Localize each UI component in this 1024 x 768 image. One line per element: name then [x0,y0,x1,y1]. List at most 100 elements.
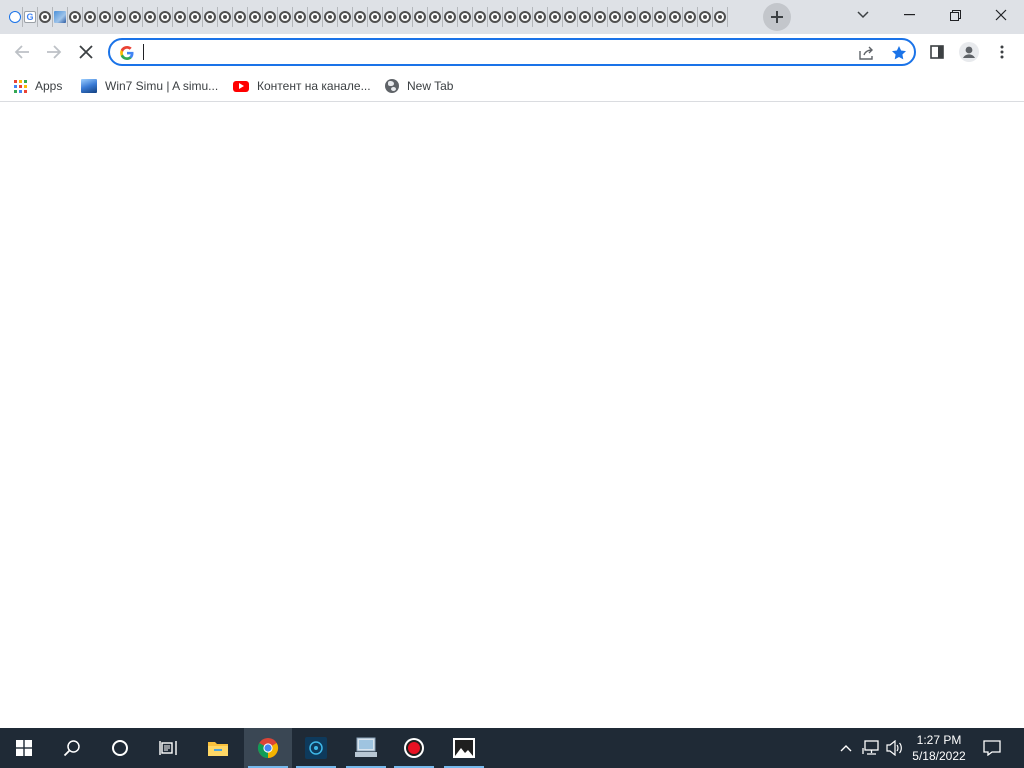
taskbar-clock[interactable]: 1:27 PM 5/18/2022 [905,732,973,764]
bookmark-apps[interactable]: Apps [14,75,62,97]
task-view-button[interactable] [144,728,192,768]
browser-tab[interactable] [8,7,23,27]
browser-tab[interactable] [278,7,293,27]
cortana-button[interactable] [96,728,144,768]
browser-tab[interactable] [53,7,68,27]
chrome-icon [399,11,411,23]
photos-taskbar-button[interactable] [440,728,488,768]
bookmark-star-button[interactable] [888,42,910,64]
taskbar: 1:27 PM 5/18/2022 [0,728,1024,768]
browser-tab[interactable]: G [23,7,38,27]
browser-tab[interactable] [593,7,608,27]
browser-tab[interactable] [113,7,128,27]
stop-loading-button[interactable] [71,37,101,67]
app-icon [305,737,327,759]
browser-tab[interactable] [83,7,98,27]
browser-tab[interactable] [293,7,308,27]
youtube-icon [233,80,249,92]
chrome-icon [129,11,141,23]
browser-tab[interactable] [533,7,548,27]
browser-tab[interactable] [203,7,218,27]
browser-tab[interactable] [353,7,368,27]
photos-icon [453,738,475,758]
browser-tab[interactable] [173,7,188,27]
browser-tab[interactable] [143,7,158,27]
browser-tab[interactable] [503,7,518,27]
network-app-taskbar-button[interactable] [342,728,390,768]
browser-tab[interactable] [338,7,353,27]
kebab-menu-icon [1000,45,1004,59]
browser-tab[interactable] [263,7,278,27]
chrome-taskbar-button[interactable] [244,728,292,768]
side-panel-button[interactable] [922,37,952,67]
browser-tab[interactable] [413,7,428,27]
browser-tab[interactable] [308,7,323,27]
chrome-icon [354,11,366,23]
bookmark-label: Win7 Simu | A simu... [105,79,219,93]
bookmark-new-tab[interactable]: New Tab [385,75,453,97]
chrome-icon [654,11,666,23]
browser-tab[interactable] [713,7,728,27]
back-button[interactable] [7,37,37,67]
browser-tab[interactable] [68,7,83,27]
browser-tab[interactable] [653,7,668,27]
browser-tab[interactable] [578,7,593,27]
recorder-taskbar-button[interactable] [390,728,438,768]
profile-button[interactable] [954,37,984,67]
browser-tab[interactable] [398,7,413,27]
browser-tab[interactable] [218,7,233,27]
chevron-down-icon [857,11,869,19]
browser-tab[interactable] [98,7,113,27]
bookmark-win7-simu[interactable]: Win7 Simu | A simu... [81,75,218,97]
browser-tab[interactable] [683,7,698,27]
close-window-button[interactable] [978,0,1024,30]
speaker-icon [886,740,902,756]
browser-tab[interactable] [548,7,563,27]
browser-tab[interactable] [368,7,383,27]
app-taskbar-button[interactable] [292,728,340,768]
address-bar[interactable] [108,38,916,66]
address-input[interactable] [142,42,842,62]
browser-tab[interactable] [443,7,458,27]
browser-tab[interactable] [158,7,173,27]
chrome-icon [474,11,486,23]
browser-tab[interactable] [473,7,488,27]
new-tab-button[interactable] [763,3,791,31]
browser-tab[interactable] [608,7,623,27]
search-button[interactable] [48,728,96,768]
browser-tab[interactable] [383,7,398,27]
browser-tab[interactable] [428,7,443,27]
chrome-icon [159,11,171,23]
start-button[interactable] [0,728,48,768]
browser-tab[interactable] [668,7,683,27]
browser-tab[interactable] [128,7,143,27]
browser-tab[interactable] [623,7,638,27]
browser-tab[interactable] [38,7,53,27]
minimize-button[interactable] [886,0,932,30]
browser-tab[interactable] [563,7,578,27]
volume-tray-button[interactable] [884,728,906,768]
chrome-icon [69,11,81,23]
browser-tab[interactable] [518,7,533,27]
menu-button[interactable] [987,37,1017,67]
share-button[interactable] [856,42,878,64]
bookmark-youtube-channel[interactable]: Контент на канале... [233,75,371,97]
page-content[interactable] [0,103,1024,728]
browser-tab[interactable] [233,7,248,27]
browser-tab[interactable] [458,7,473,27]
avatar-icon [959,42,979,62]
forward-button[interactable] [39,37,69,67]
browser-tab[interactable] [638,7,653,27]
file-explorer-button[interactable] [194,728,242,768]
chrome-icon [699,11,711,23]
browser-tab[interactable] [323,7,338,27]
browser-tab[interactable] [188,7,203,27]
browser-tab[interactable] [248,7,263,27]
browser-tab[interactable] [698,7,713,27]
network-tray-button[interactable] [860,728,882,768]
tab-search-button[interactable] [840,0,886,30]
action-center-button[interactable] [978,728,1006,768]
browser-tab[interactable] [488,7,503,27]
show-hidden-icons-button[interactable] [836,728,856,768]
restore-button[interactable] [932,0,978,30]
